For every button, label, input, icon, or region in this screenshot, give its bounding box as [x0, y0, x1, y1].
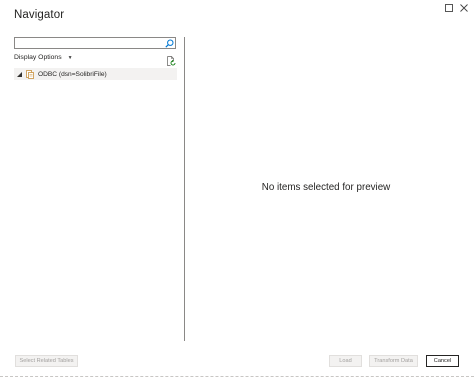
tree-item-odbc[interactable]: ODBC (dsn=SolibriFile)	[14, 68, 177, 80]
refresh-file-icon[interactable]	[166, 53, 176, 66]
close-icon	[460, 4, 468, 12]
chevron-down-icon: ▼	[67, 54, 73, 61]
dialog-title: Navigator	[14, 9, 65, 21]
dialog-bottom-border	[0, 376, 474, 377]
display-options-dropdown[interactable]: Display Options ▼	[14, 54, 73, 61]
maximize-icon	[445, 4, 453, 12]
tree-item-label: ODBC (dsn=SolibriFile)	[38, 70, 107, 78]
transform-data-button[interactable]: Transform Data	[369, 355, 418, 367]
display-options-label: Display Options	[14, 54, 62, 61]
search-icon[interactable]	[164, 38, 174, 48]
search-box[interactable]	[14, 37, 176, 55]
preview-empty-message: No items selected for preview	[261, 182, 391, 193]
odbc-source-icon	[26, 69, 34, 79]
search-input[interactable]	[15, 44, 166, 55]
select-related-tables-button[interactable]: Select Related Tables	[15, 355, 78, 367]
maximize-button[interactable]	[442, 2, 456, 14]
cancel-button[interactable]: Cancel	[426, 355, 459, 367]
close-button[interactable]	[457, 2, 471, 14]
pane-splitter[interactable]	[184, 37, 185, 341]
load-button[interactable]: Load	[329, 355, 362, 367]
expand-triangle-icon[interactable]	[17, 71, 23, 77]
